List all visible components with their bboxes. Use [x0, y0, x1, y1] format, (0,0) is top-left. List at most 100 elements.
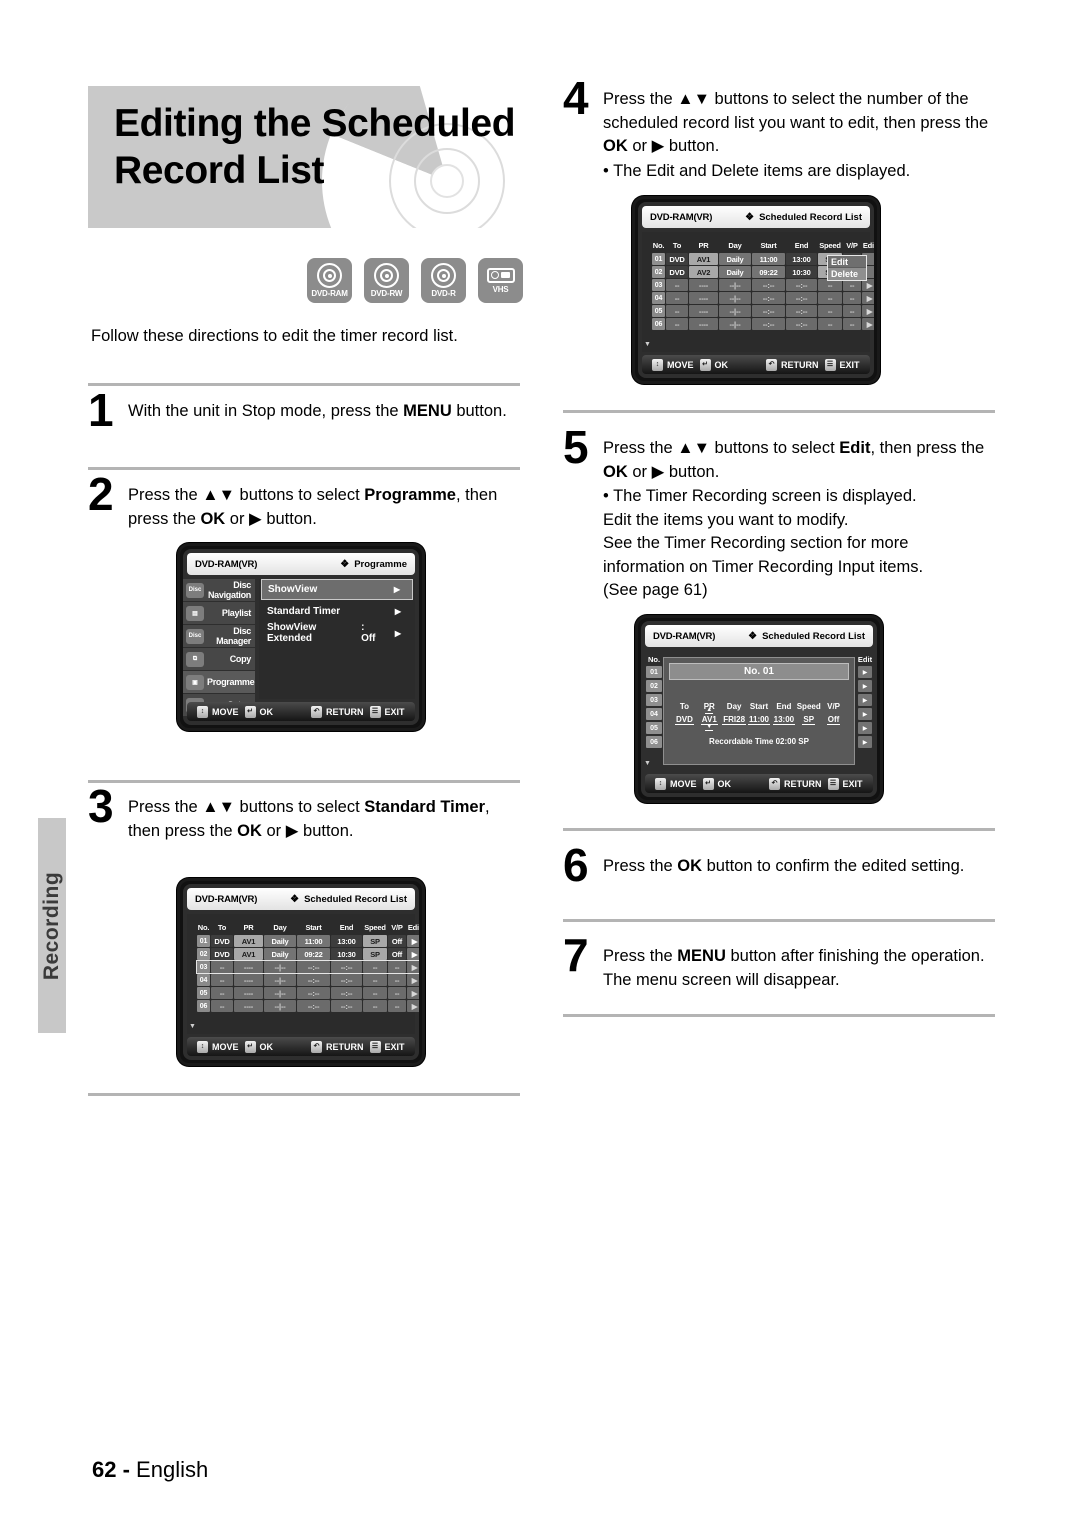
schedule-table-area: ▼ No. To PR Day Start End Speed V/P Edit 01DVDAV… — [187, 914, 419, 1034]
osd-heading: Scheduled Record List — [762, 630, 865, 642]
bar-exit-label: EXIT — [384, 706, 405, 717]
record-number-cell[interactable]: 03 — [646, 694, 662, 706]
return-key-icon: ↶ — [311, 705, 323, 718]
table-row[interactable]: 05 -- ---- --|-- --:-- --:-- -- -- ▶ — [197, 987, 419, 999]
dvd-r-label: DVD-R — [431, 289, 456, 298]
edit-arrow-cell[interactable]: ▶ — [858, 694, 872, 706]
edit-value[interactable]: 11:00 — [747, 715, 771, 725]
column-header: PR — [243, 923, 254, 932]
table-row[interactable]: 06 -- ---- --|-- --:-- --:-- -- -- ▶ — [197, 1000, 419, 1012]
popup-item-edit[interactable]: Edit — [828, 256, 866, 268]
table-cell-to: DVD — [211, 948, 233, 960]
ok-key-icon: ↵ — [244, 1040, 256, 1053]
step-5-bold-b: OK — [603, 462, 628, 481]
step-6-bold-a: OK — [677, 857, 703, 875]
table-cell-edit: ▶ — [407, 961, 419, 973]
step-6-text-a: Press the — [603, 857, 678, 875]
playlist-icon: ▤ — [186, 605, 204, 621]
menu-item-standard-timer[interactable]: Standard Timer ▶ — [261, 600, 413, 622]
table-row[interactable]: 04 -- ---- --|-- --:-- --:-- -- -- ▶ — [652, 292, 874, 304]
menu-item-label: Standard Timer — [267, 605, 341, 617]
menu-item-showview[interactable]: ShowView ▶ — [261, 579, 413, 600]
step-3-bold-a: Standard Timer — [364, 798, 486, 816]
scroll-down-icon[interactable]: ▼ — [644, 760, 651, 767]
step-3-number: 3 — [88, 780, 114, 832]
table-cell-day: --|-- — [719, 305, 751, 317]
edit-field[interactable]: Off — [821, 715, 846, 725]
sidebar-item-disc-manager[interactable]: Disc Disc Manager — [183, 625, 255, 648]
menu-item-showview-extended[interactable]: ShowView Extended : Off ▶ — [261, 622, 413, 644]
scrollbar[interactable]: ▼ — [187, 914, 196, 1034]
edit-arrow-cell[interactable]: ▶ — [858, 722, 872, 734]
record-number-cell[interactable]: 02 — [646, 680, 662, 692]
table-row[interactable]: 06 -- ---- --|-- --:-- --:-- -- -- ▶ — [652, 318, 874, 330]
step-5-text-c: or ▶ button. — [627, 462, 720, 481]
edit-field[interactable]: FRI28 — [722, 715, 747, 725]
edit-col-header: Start — [749, 702, 769, 711]
bar-return-label: RETURN — [326, 706, 364, 717]
edit-value[interactable]: Off — [826, 715, 841, 725]
edit-arrow-cell[interactable]: ▶ — [858, 736, 872, 748]
edit-value[interactable]: SP — [802, 715, 816, 725]
table-cell-vp: -- — [843, 318, 861, 330]
down-arrow-icon[interactable]: ▼ — [705, 724, 714, 731]
table-cell-edit: ▶ — [407, 935, 419, 947]
scrollbar[interactable]: ▼ — [642, 232, 651, 352]
edit-arrow-cell[interactable]: ▶ — [858, 680, 872, 692]
dvd-rw-icon: DVD-RW — [364, 258, 409, 303]
edit-value[interactable]: FRI28 — [722, 715, 747, 725]
column-header: Start — [760, 241, 777, 250]
step-7-bold-a: MENU — [677, 947, 726, 965]
table-row[interactable]: 02 DVD AV1 Daily 09:22 10:30 SP Off ▶ — [197, 948, 419, 960]
sidebar-item-label: Playlist — [221, 608, 251, 618]
table-cell-vp: -- — [388, 1000, 406, 1012]
table-cell-start: --:-- — [752, 305, 785, 317]
edit-field[interactable]: 11:00 — [747, 715, 772, 725]
edit-arrow-cell[interactable]: ▶ — [858, 666, 872, 678]
edit-field[interactable]: AV1 ▲ ▼ — [697, 707, 722, 731]
step-1-text-b: button. — [451, 402, 507, 420]
table-cell-edit: ▶ — [407, 987, 419, 999]
table-cell-vp: Off — [388, 948, 406, 960]
edit-value[interactable]: DVD — [674, 715, 694, 725]
record-number-cell[interactable]: 01 — [646, 666, 662, 678]
edit-arrow-cell[interactable]: ▶ — [858, 708, 872, 720]
table-cell-no: 06 — [652, 318, 665, 330]
edit-value[interactable]: 13:00 — [772, 715, 796, 725]
bar-ok-label: OK — [259, 1041, 274, 1052]
edit-field[interactable]: DVD — [672, 715, 697, 725]
sidebar-item-playlist[interactable]: ▤ Playlist — [183, 602, 255, 625]
sidebar-item-programme[interactable]: ▣ Programme — [183, 671, 255, 694]
record-number-cell[interactable]: 05 — [646, 722, 662, 734]
table-cell-day: --|-- — [264, 1000, 296, 1012]
popup-item-delete[interactable]: Delete — [828, 268, 866, 280]
edit-column: Edit ▶ ▶ ▶ ▶ ▶ ▶ — [857, 651, 873, 771]
copy-icon: ⧉ — [186, 651, 204, 667]
table-row[interactable]: 05 -- ---- --|-- --:-- --:-- -- -- ▶ — [652, 305, 874, 317]
osd-heading: Scheduled Record List — [304, 893, 407, 905]
edit-field[interactable]: SP — [796, 715, 821, 725]
table-cell-start: --:-- — [297, 974, 330, 986]
table-row[interactable]: 03 -- ---- --|-- --:-- --:-- -- -- ▶ — [196, 960, 419, 974]
scroll-down-icon[interactable]: ▼ — [644, 341, 651, 348]
table-cell-start: --:-- — [752, 279, 785, 291]
step-1: 1 With the unit in Stop mode, press the … — [88, 387, 520, 433]
bar-ok-label: OK — [259, 706, 274, 717]
dvd-rw-label: DVD-RW — [370, 289, 403, 298]
scroll-down-icon[interactable]: ▼ — [189, 1023, 196, 1030]
bar-ok-label: OK — [714, 359, 729, 370]
osd-title-bar: DVD-RAM(VR) ❖ Scheduled Record List — [642, 206, 870, 228]
sidebar-item-copy[interactable]: ⧉ Copy — [183, 648, 255, 671]
table-row[interactable]: 04 -- ---- --|-- --:-- --:-- -- -- ▶ — [197, 974, 419, 986]
vhs-icon: VHS — [478, 258, 523, 303]
record-number-cell[interactable]: 04 — [646, 708, 662, 720]
up-arrow-icon[interactable]: ▲ — [705, 707, 714, 714]
step-6-text: Press the OK button to confirm the edite… — [603, 855, 995, 879]
record-number-cell[interactable]: 06 — [646, 736, 662, 748]
page-title-banner: Editing the Scheduled Record List — [88, 86, 520, 228]
sidebar-item-disc-navigation[interactable]: Disc Disc Navigation — [183, 579, 255, 602]
column-header: Day — [728, 241, 742, 250]
edit-field[interactable]: 13:00 — [771, 715, 796, 725]
table-row[interactable]: 01 DVD AV1 Daily 11:00 13:00 SP Off ▶ — [197, 935, 419, 947]
chevron-right-icon: ▶ — [393, 585, 400, 594]
